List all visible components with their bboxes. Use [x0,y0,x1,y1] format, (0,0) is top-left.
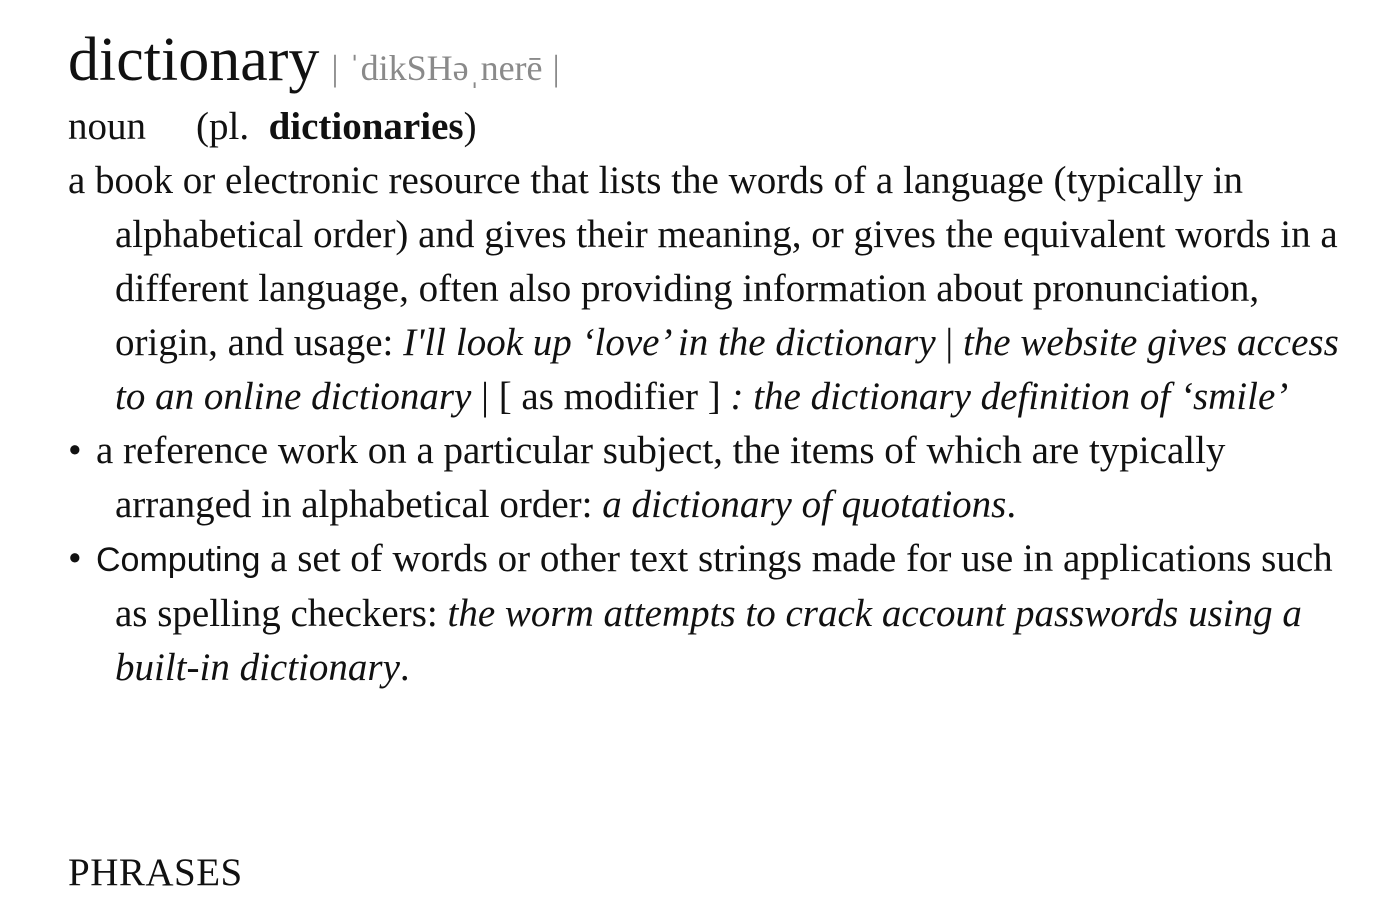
phrases-heading: PHRASES [68,851,243,894]
modifier-label: [ as modifier ] [498,375,721,418]
example-separator: | [481,375,489,418]
sense-2-end: . [1006,483,1017,526]
bullet-icon: • [68,537,82,580]
plural-suffix: ) [463,105,477,148]
pronunciation-bar-open: | [331,48,339,88]
sense-1: a book or electronic resource that lists… [68,154,1368,424]
sense-2-example: a dictionary of quotations [602,483,1007,526]
sense-1-example-1: I'll look up ‘love’ in the dictionary [403,321,936,364]
plural-prefix: (pl. [196,105,250,148]
entry-header: dictionary | ˈdikSHəˌnerē | [68,24,1368,96]
pronunciation-ipa: ˈdikSHəˌnerē [348,48,543,88]
pronunciation: | ˈdikSHəˌnerē | [331,47,559,89]
bullet-icon: • [68,429,82,472]
grammar-line: noun (pl. dictionaries) [68,100,1368,154]
headword: dictionary [68,26,320,94]
part-of-speech: noun [68,105,146,148]
pronunciation-bar-close: | [552,48,560,88]
sense-1-example-3: : the dictionary definition of ‘smile’ [730,375,1289,418]
domain-label: Computing [96,541,261,579]
sense-2: • a reference work on a particular subjec… [68,424,1368,532]
plural-form: dictionaries [268,105,464,148]
example-separator: | [945,321,954,364]
sense-3: • Computing a set of words or other text … [68,532,1368,695]
dictionary-entry: dictionary | ˈdikSHəˌnerē | noun (pl. dicti… [68,24,1368,695]
sense-3-end: . [399,646,410,689]
